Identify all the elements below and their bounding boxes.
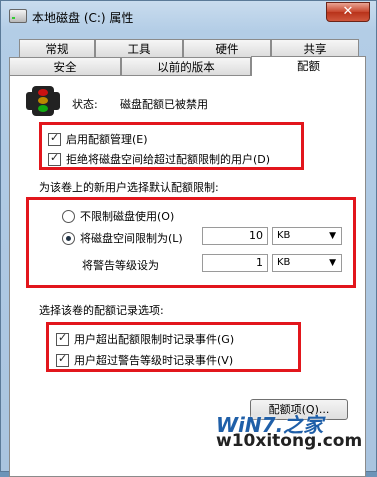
tab-sharing[interactable]: 共享 [271,39,359,57]
properties-window: 本地磁盘 (C:) 属性 ✕ 常规 工具 硬件 共享 安全 以前的版本 配额 状… [0,0,377,477]
close-button[interactable]: ✕ [326,2,370,22]
tab-previous-versions[interactable]: 以前的版本 [121,57,251,75]
highlight-box-limits [26,197,356,288]
tab-hardware[interactable]: 硬件 [183,39,271,57]
traffic-light-icon [26,86,60,116]
tab-control: 常规 工具 硬件 共享 安全 以前的版本 配额 状态: 磁盘配额已被禁用 启用配… [9,39,366,477]
tab-general[interactable]: 常规 [19,39,95,57]
log-options-header: 选择该卷的配额记录选项: [39,304,164,317]
default-limit-header: 为该卷上的新用户选择默认配额限制: [39,181,219,194]
tab-tools[interactable]: 工具 [95,39,183,57]
watermark-logo: WiN7.之家 w10xitong.com [216,409,364,455]
tab-security[interactable]: 安全 [9,57,121,75]
drive-icon [9,9,27,23]
status-label: 状态: [72,98,98,111]
tab-quota[interactable]: 配额 [251,56,366,76]
status-value: 磁盘配额已被禁用 [120,98,208,111]
window-title: 本地磁盘 (C:) 属性 [32,11,134,25]
watermark-bottom: w10xitong.com [216,431,363,451]
highlight-box-logging [46,322,301,372]
highlight-box-enable [39,122,304,170]
title-bar[interactable]: 本地磁盘 (C:) 属性 ✕ [1,1,376,31]
